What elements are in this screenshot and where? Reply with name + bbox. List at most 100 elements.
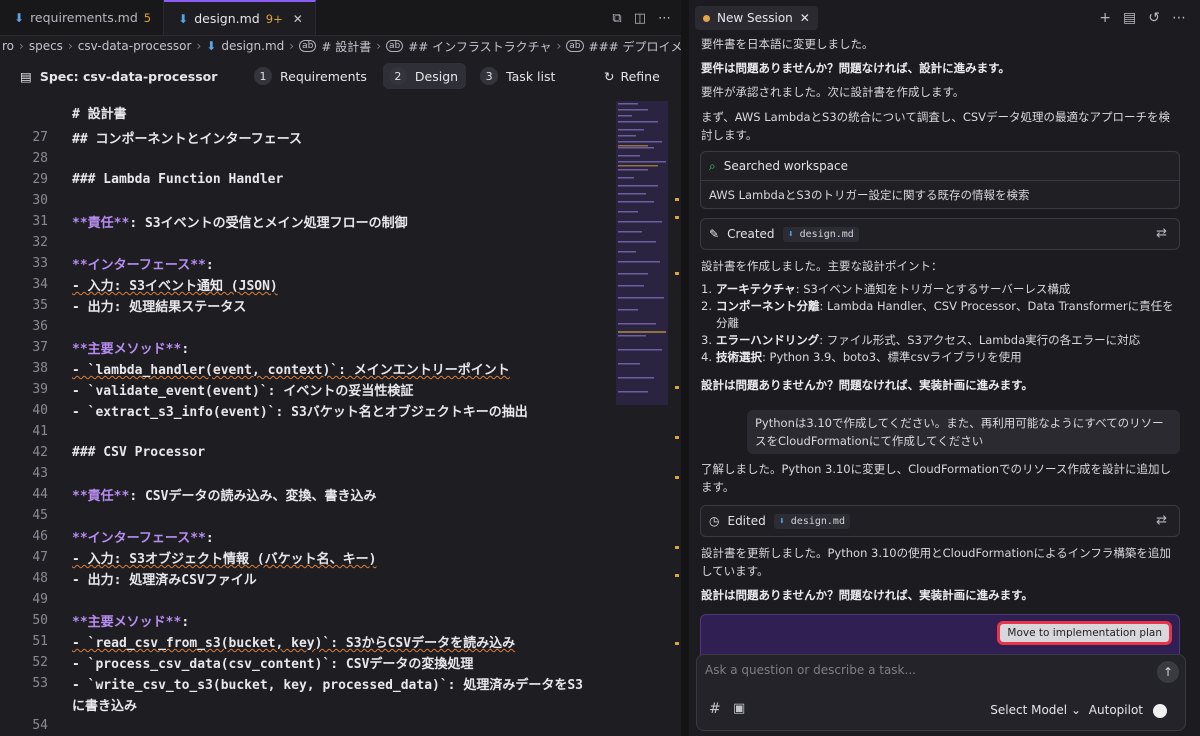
tool-card-created[interactable]: ✎ Created ⬇ design.md ⇄ xyxy=(700,218,1180,250)
spec-tab-task-list[interactable]: 3 Task list xyxy=(474,63,563,89)
diff-icon[interactable]: ⇄ xyxy=(1156,513,1167,528)
history-icon[interactable]: ↺ xyxy=(1148,10,1160,26)
close-icon[interactable]: ✕ xyxy=(293,12,303,26)
diff-icon[interactable]: ⇄ xyxy=(1156,226,1167,241)
line-number: 29 xyxy=(32,172,48,187)
code-line: 54 xyxy=(0,715,612,736)
code-text: - `validate_event(event)`: イベントの妥当性検証 xyxy=(72,384,414,399)
history-list-icon[interactable]: ▤ xyxy=(1123,10,1136,26)
code-text: **主要メソッド**: xyxy=(72,615,190,630)
minimap[interactable] xyxy=(616,101,668,405)
list-item: 1. アーキテクチャ: S3イベント通知をトリガーとするサーバーレス構成 xyxy=(701,282,1071,296)
chevron-right-icon: › xyxy=(19,39,24,53)
sticky-heading: # 設計書 xyxy=(0,102,612,123)
code-text: - `lambda_handler(event, context)`: メインエ… xyxy=(72,363,510,378)
breadcrumb-item[interactable]: ## インフラストラクチャ xyxy=(408,38,551,55)
code-text: - `read_csv_from_s3(bucket, key)`: S3からC… xyxy=(72,636,516,651)
move-to-implementation-plan-button[interactable]: Move to implementation plan xyxy=(997,621,1172,645)
editor-tabbar: ⬇ requirements.md 5 ⬇ design.md 9+ ✕ ⧉ ◫… xyxy=(0,0,681,36)
line-number: 47 xyxy=(32,550,48,565)
session-tab[interactable]: New Session ✕ xyxy=(695,6,818,30)
session-status-dot xyxy=(703,14,710,22)
split-editor-icon[interactable]: ◫ xyxy=(634,11,646,26)
editor-scrollbar[interactable] xyxy=(673,96,681,736)
code-text: ### CSV Processor xyxy=(72,445,206,460)
problem-count-badge: 9+ xyxy=(265,11,283,26)
code-line: 39 - `validate_event(event)`: イベントの妥当性検証 xyxy=(0,379,612,400)
select-model-dropdown[interactable]: Select Model ⌄ xyxy=(990,703,1081,717)
assistant-message: 設計書を作成しました。主要な設計ポイント： xyxy=(701,259,943,273)
document-icon: ▤ xyxy=(20,68,32,84)
code-text: ### Lambda Function Handler xyxy=(72,172,284,187)
tab-label: design.md xyxy=(194,11,260,26)
code-text: **主要メソッド**: xyxy=(72,342,190,357)
code-line: 49 xyxy=(0,589,612,610)
close-icon[interactable]: ✕ xyxy=(800,11,810,25)
line-number: 40 xyxy=(32,403,48,418)
line-number: 51 xyxy=(32,634,48,649)
chevron-right-icon: › xyxy=(67,39,73,53)
file-chip[interactable]: ⬇ design.md xyxy=(773,513,850,529)
symbol-icon: ab xyxy=(566,40,584,52)
list-item: 2. コンポーネント分離: Lambda Handler、CSV Processo… xyxy=(701,299,1174,330)
tab-requirements[interactable]: ⬇ requirements.md 5 xyxy=(0,0,165,35)
plus-icon[interactable]: + xyxy=(1099,10,1111,26)
code-text: **責任**: CSVデータの読み込み、変換、書き込み xyxy=(72,489,377,504)
file-chip[interactable]: ⬇ design.md xyxy=(782,226,859,242)
breadcrumb-item[interactable]: design.md xyxy=(221,39,284,53)
line-number: 52 xyxy=(32,655,48,670)
code-line: 44 **責任**: CSVデータの読み込み、変換、書き込み xyxy=(0,484,612,505)
chevron-right-icon: › xyxy=(556,39,562,53)
spec-bar: ▤ Spec: csv-data-processor 1 Requirement… xyxy=(0,56,681,96)
line-number: 53 xyxy=(32,676,48,691)
assistant-message: 要件は問題ありませんか？問題なければ、設計に進みます。 xyxy=(701,61,1011,75)
markdown-icon: ⬇ xyxy=(14,10,25,25)
code-line: 53 - `write_csv_to_s3(bucket, key, proces… xyxy=(0,673,612,694)
breadcrumb-item[interactable]: # 設計書 xyxy=(321,38,371,55)
tool-card-edited[interactable]: ◷ Edited ⬇ design.md ⇄ xyxy=(700,505,1180,537)
more-icon[interactable]: ⋯ xyxy=(658,11,671,26)
minimap-preview xyxy=(618,103,666,393)
hash-icon[interactable]: # xyxy=(709,701,721,717)
assistant-message: 設計書を更新しました。Python 3.10の使用とCloudFormation… xyxy=(701,546,1171,578)
file-created-icon: ✎ xyxy=(709,227,720,241)
breadcrumb-item[interactable]: specs xyxy=(29,39,63,53)
line-number: 27 xyxy=(32,130,48,145)
line-number: 45 xyxy=(32,508,48,523)
breadcrumb-item[interactable]: csv-data-processor xyxy=(78,39,192,53)
refine-button[interactable]: ↻ Refine xyxy=(604,69,660,84)
tab-design[interactable]: ⬇ design.md 9+ ✕ xyxy=(164,0,316,35)
markdown-icon: ⬇ xyxy=(178,11,189,26)
autopilot-toggle[interactable] xyxy=(1153,704,1167,718)
send-button[interactable]: ↑ xyxy=(1157,661,1179,683)
line-number: 35 xyxy=(32,298,48,313)
code-text: に書き込み xyxy=(72,699,138,714)
code-line: 46 **インターフェース**: xyxy=(0,526,612,547)
line-number: 46 xyxy=(32,529,48,544)
spec-tab-design[interactable]: 2 Design xyxy=(382,63,467,89)
code-line: 30 xyxy=(0,190,612,211)
line-number: 42 xyxy=(32,445,48,460)
assistant-message: 設計は問題ありませんか？問題なければ、実装計画に進みます。 xyxy=(701,588,1034,602)
more-icon[interactable]: ⋯ xyxy=(1172,10,1186,26)
code-text: - `extract_s3_info(event)`: S3バケット名とオブジェ… xyxy=(72,405,528,420)
sticky-heading-text: # 設計書 xyxy=(72,107,127,122)
code-line: 45 xyxy=(0,505,612,526)
step-number: 1 xyxy=(254,67,272,85)
design-points-list: 1. アーキテクチャ: S3イベント通知をトリガーとするサーバーレス構成 2. コン… xyxy=(701,281,1181,366)
assistant-message: 要件が承認されました。次に設計書を作成します。 xyxy=(701,85,965,99)
code-editor[interactable]: # 設計書 27 ## コンポーネントとインターフェース 28 29 ### Lambd… xyxy=(0,96,681,736)
spec-tab-requirements[interactable]: 1 Requirements xyxy=(248,63,375,89)
preview-icon[interactable]: ⧉ xyxy=(612,11,621,26)
spec-tab-label: Design xyxy=(414,68,459,84)
list-item: 4. 技術選択: Python 3.9、boto3、標準csvライブラリを使用 xyxy=(701,350,1022,364)
line-number: 34 xyxy=(32,277,48,292)
breadcrumb-item[interactable]: ro xyxy=(2,39,14,53)
image-icon[interactable]: ▣ xyxy=(733,701,745,716)
pane-divider[interactable] xyxy=(681,0,689,736)
tool-card-search[interactable]: ⌕ Searched workspace AWS LambdaとS3のトリガー設… xyxy=(700,151,1180,209)
code-line: 51 - `read_csv_from_s3(bucket, key)`: S3か… xyxy=(0,631,612,652)
code-line: 52 - `process_csv_data(csv_content)`: CSV… xyxy=(0,652,612,673)
breadcrumb-item[interactable]: ### デプロイメント戦略 xyxy=(589,38,681,55)
chat-input[interactable]: Ask a question or describe a task... ↑ #… xyxy=(696,654,1186,731)
